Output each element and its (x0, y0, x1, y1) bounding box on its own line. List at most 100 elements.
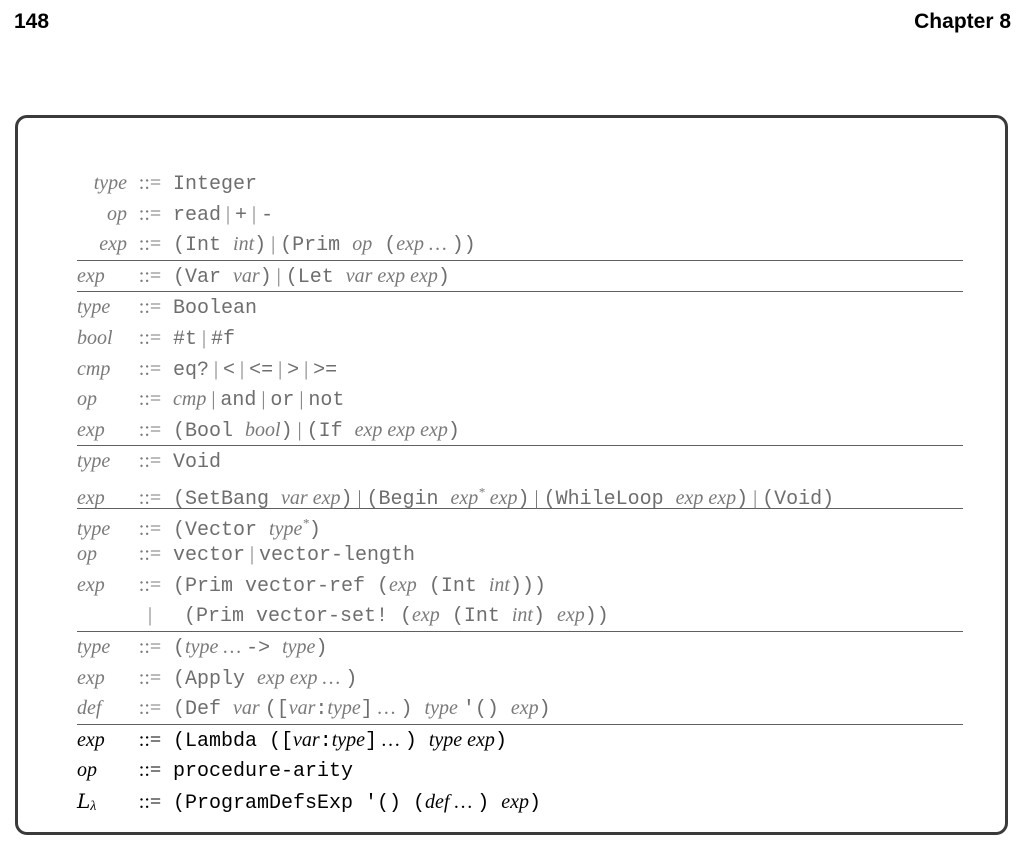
terminal-token: ) (404, 729, 429, 753)
grammar-rule-lambda: exp::= (Lambda ([var:type] … ) type exp) (77, 725, 963, 756)
derives-symbol: ::= (138, 697, 162, 720)
nonterminal-token: exp (484, 486, 518, 509)
derives-symbol: ::= (138, 543, 162, 566)
derives-symbol: ::= (138, 666, 162, 689)
derives-symbol: ::= (138, 418, 162, 441)
terminal-token: not (308, 389, 345, 413)
rule-rhs: vector | vector-length (173, 543, 415, 567)
page-number: 148 (14, 10, 50, 33)
nonterminal-token: cmp (173, 388, 207, 411)
terminal-token: ) (400, 698, 425, 722)
terminal-token: #t (173, 327, 198, 351)
terminal-token: ) (259, 265, 272, 289)
rule-rhs: (Def var ([var:type] … ) type '() exp) (173, 697, 551, 722)
grammar-rule-functions: type::= (type … -> type) (77, 632, 963, 663)
rule-lhs: Lλ (77, 788, 97, 814)
nonterminal-token: … (372, 697, 401, 720)
grammar-rule-booleans: type::= Boolean (77, 292, 963, 323)
terminal-token: ) (280, 419, 293, 443)
nonterminal-token: type (424, 697, 463, 720)
derives-symbol: ::= (138, 296, 162, 319)
derives-symbol: ::= (138, 790, 162, 813)
nonterminal-token: exp exp (675, 486, 737, 509)
nonterminal-token: type exp (428, 728, 495, 751)
terminal-token: procedure-arity (173, 760, 354, 784)
terminal-token: ) (437, 265, 450, 289)
rule-lhs: exp (77, 728, 105, 751)
rule-rhs: (Bool bool) | (If exp exp exp) (173, 418, 460, 443)
grammar-table: type::= Integer op::= read | + | - exp::= (Int in… (77, 168, 963, 816)
terminal-token: eq? (173, 358, 210, 382)
rule-lhs: op (77, 759, 97, 782)
terminal-token: (Prim vector-set! ( (184, 605, 413, 629)
grammar-rule-booleans: op::= cmp | and | or | not (77, 384, 963, 415)
terminal-token: + (235, 203, 248, 227)
grammar-rule-integers: type::= Integer (77, 168, 963, 199)
terminal-token: (Prim vector-ref ( (173, 574, 390, 598)
terminal-token: ([ (264, 698, 289, 722)
terminal-token: Integer (173, 173, 258, 196)
rule-lhs: op (107, 202, 127, 225)
terminal-token: or (270, 389, 295, 413)
alternative-bar: | (357, 486, 362, 509)
nonterminal-token: int (488, 573, 510, 596)
terminal-token: : (315, 698, 328, 722)
terminal-token: (If (306, 419, 355, 443)
terminal-token: (ProgramDefsExp '() ( (173, 791, 426, 815)
terminal-token: and (220, 389, 257, 413)
chapter-title: Chapter 8 (914, 10, 1011, 33)
rule-lhs: bool (77, 326, 113, 349)
alternative-bar: | (240, 357, 245, 380)
nonterminal-token: exp (510, 697, 539, 720)
nonterminal-token: var (233, 264, 260, 287)
nonterminal-token: exp (396, 233, 424, 256)
terminal-token: (Def (173, 698, 234, 722)
terminal-token: (Apply (173, 667, 258, 691)
terminal-token: (Bool (173, 419, 246, 443)
terminal-token: '() (462, 698, 511, 722)
terminal-token: > (287, 358, 300, 382)
rule-lhs: exp (77, 573, 105, 596)
grammar-rule-variables: exp::= (Var var) | (Let var exp exp) (77, 261, 963, 292)
terminal-token: (Int (416, 574, 489, 598)
rule-rhs: read | + | - (173, 202, 273, 227)
derives-symbol: ::= (138, 450, 162, 473)
terminal-token: : (319, 729, 332, 753)
grammar-rule-integers: op::= read | + | - (77, 199, 963, 230)
nonterminal-token: exp (412, 604, 440, 627)
terminal-token: (Prim (280, 234, 353, 258)
rule-lhs: exp (77, 666, 105, 689)
nonterminal-token: var exp (281, 486, 341, 509)
derives-symbol: ::= (138, 172, 162, 194)
rule-rhs: (Int int) | (Prim op (exp … )) (173, 233, 476, 258)
grammar-rule-mutation: exp::= (SetBang var exp) | (Begin exp* exp)… (77, 477, 963, 511)
nonterminal-token: def … (425, 790, 478, 813)
nonterminal-token: var exp exp (345, 264, 438, 287)
grammar-rule-booleans: cmp::= eq? | < | <= | > | >= (77, 354, 963, 385)
terminal-token: ) (254, 234, 267, 258)
terminal-token: (SetBang (173, 487, 282, 511)
rule-rhs: procedure-arity (173, 759, 354, 784)
grammar-rule-vectors: op::= vector | vector-length (77, 539, 963, 570)
rule-lhs: cmp (77, 357, 111, 380)
terminal-token: ))) (509, 574, 546, 598)
rule-rhs: Void (173, 450, 221, 474)
alternative-bar: | (297, 418, 302, 441)
derives-symbol: ::= (138, 233, 162, 256)
alternative-bar: | (299, 388, 304, 411)
terminal-token: >= (313, 358, 338, 382)
rule-lhs: | (147, 604, 152, 627)
alternative-bar: | (252, 202, 257, 225)
terminal-token: (Int (173, 234, 234, 258)
grammar-rule-mutation: type::= Void (77, 446, 963, 477)
nonterminal-token: var (233, 697, 265, 720)
rule-lhs: op (77, 388, 97, 411)
terminal-token: ) (517, 487, 530, 511)
rule-rhs: (SetBang var exp) | (Begin exp* exp) | (Whil… (173, 484, 834, 511)
derives-symbol: ::= (138, 202, 162, 225)
rule-lhs: exp (77, 418, 105, 441)
grammar-rule-lambda: Lλ::= (ProgramDefsExp '() (def … ) exp) (77, 786, 963, 817)
terminal-token: ( (372, 234, 397, 258)
nonterminal-token: exp (501, 790, 530, 813)
terminal-token: ) (447, 419, 460, 443)
